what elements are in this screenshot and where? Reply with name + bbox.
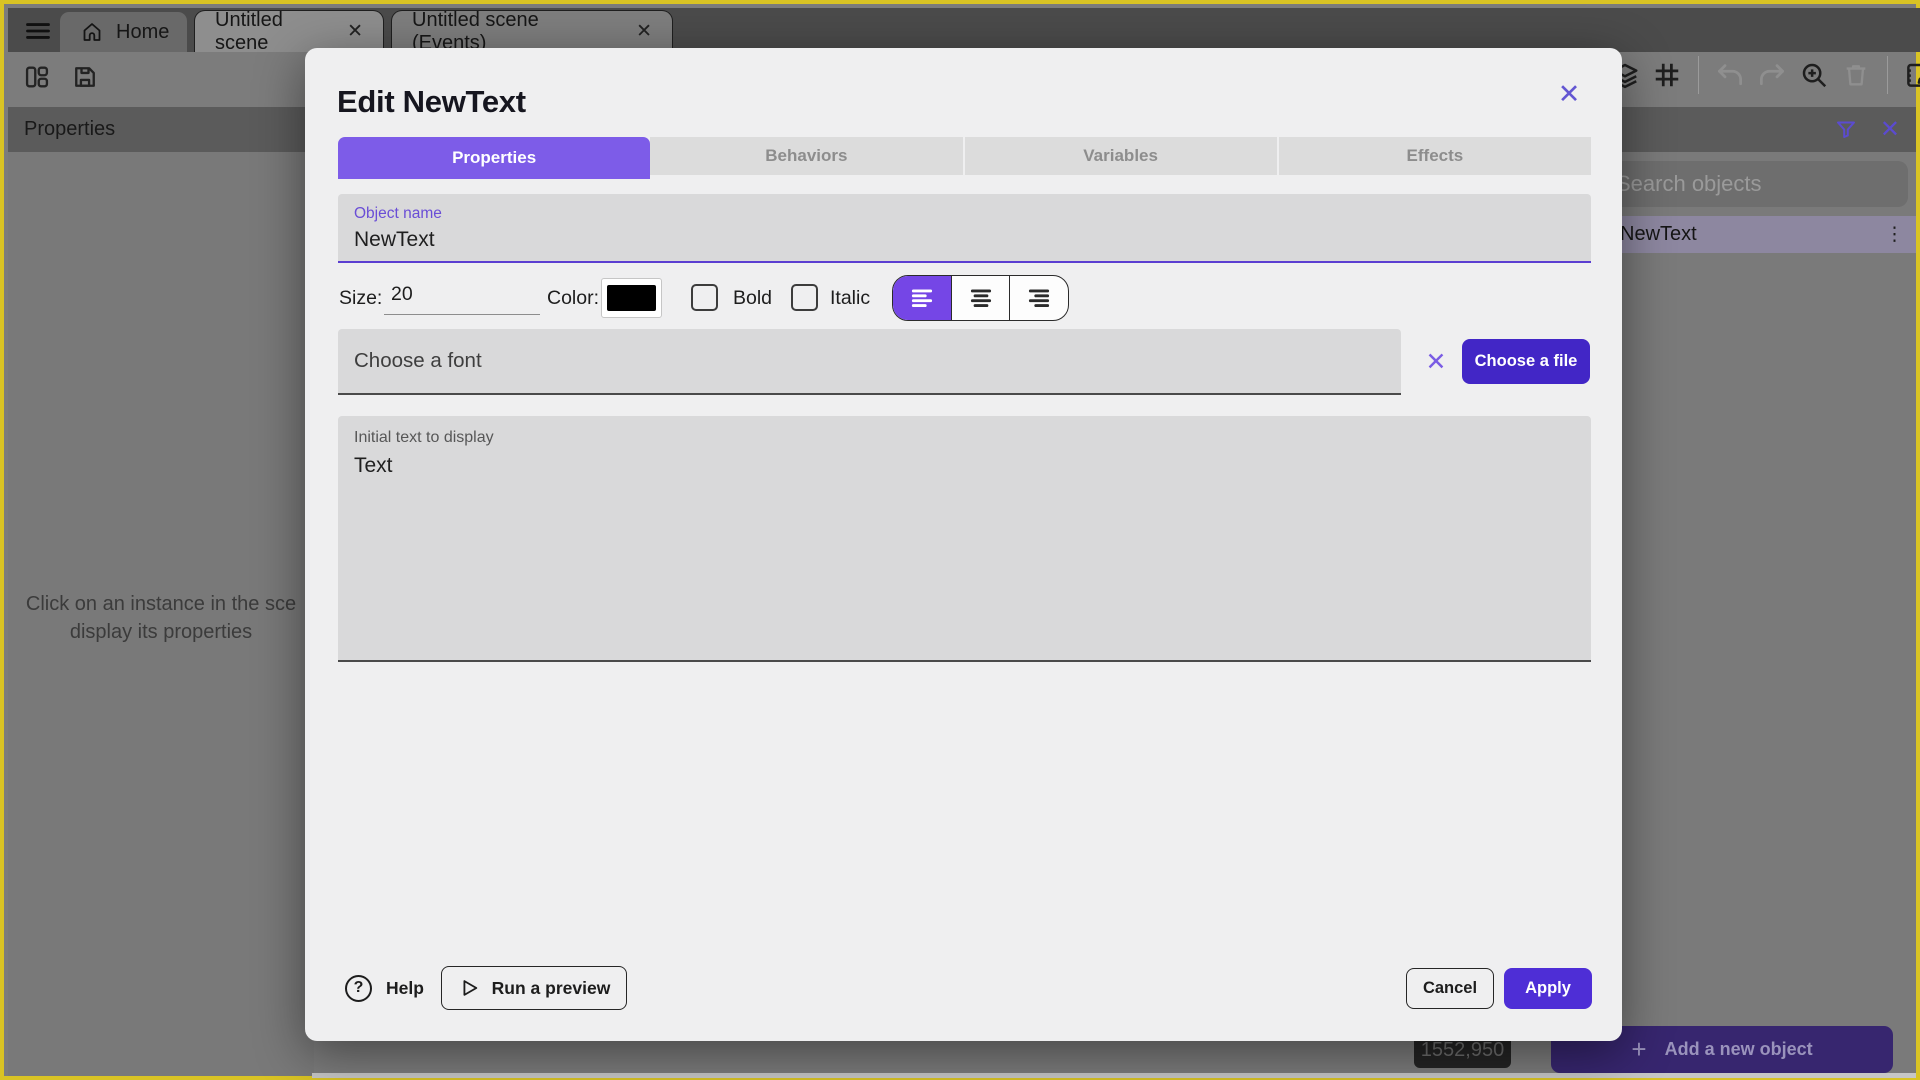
scene-toolbar-left: [20, 60, 102, 94]
close-icon[interactable]: ✕: [636, 20, 652, 43]
toolbar-separator: [1887, 56, 1888, 94]
properties-panel-title: Properties: [24, 118, 116, 140]
bold-label: Bold: [733, 286, 773, 309]
tab-properties[interactable]: Properties: [338, 137, 651, 179]
apply-button[interactable]: Apply: [1504, 968, 1592, 1009]
open-panels-icon[interactable]: [20, 60, 54, 94]
align-right-icon: [1029, 289, 1050, 307]
initial-text-value: Text: [354, 454, 393, 477]
color-picker-swatch[interactable]: [601, 278, 662, 318]
object-list-item-newtext[interactable]: NewText ⋮: [1584, 216, 1916, 253]
redo-icon[interactable]: [1755, 58, 1789, 92]
italic-label: Italic: [830, 286, 871, 309]
color-label: Color:: [547, 286, 600, 309]
text-alignment-group: [892, 275, 1069, 321]
font-select-field[interactable]: Choose a font: [338, 329, 1401, 395]
choose-file-button[interactable]: Choose a file: [1462, 339, 1590, 384]
run-preview-button[interactable]: Run a preview: [441, 966, 627, 1010]
kebab-menu-icon[interactable]: ⋮: [1885, 223, 1904, 246]
object-name-label: NewText: [1620, 223, 1697, 245]
save-icon[interactable]: [68, 60, 102, 94]
cancel-button[interactable]: Cancel: [1406, 968, 1494, 1009]
tab-label: Home: [116, 20, 170, 43]
tab-variables[interactable]: Variables: [964, 137, 1279, 175]
align-left-icon: [911, 289, 932, 307]
initial-text-label: Initial text to display: [354, 429, 494, 446]
help-button[interactable]: ? Help: [345, 966, 424, 1010]
app-window: Home Untitled scene ✕ Untitled scene (Ev…: [0, 0, 1920, 1080]
align-left-button[interactable]: [893, 276, 951, 320]
size-label: Size:: [339, 286, 383, 309]
play-icon: [463, 980, 477, 996]
dialog-footer: ? Help Run a preview Cancel Apply: [305, 966, 1622, 1010]
bold-checkbox[interactable]: [691, 284, 718, 311]
objects-panel-header: ✕: [1584, 107, 1916, 152]
zoom-in-icon[interactable]: [1797, 58, 1831, 92]
properties-panel-header: Properties: [8, 107, 314, 152]
close-panel-icon[interactable]: ✕: [1880, 115, 1900, 144]
object-name-field-label: Object name: [354, 205, 442, 222]
object-name-field[interactable]: Object name NewText: [338, 194, 1591, 263]
close-icon[interactable]: ✕: [347, 20, 363, 43]
tab-behaviors[interactable]: Behaviors: [650, 137, 965, 175]
plus-icon: +: [1631, 1034, 1647, 1064]
properties-panel: Click on an instance in the sce display …: [8, 152, 314, 1076]
color-swatch-fill: [607, 285, 656, 311]
tab-home[interactable]: Home: [60, 12, 187, 52]
trash-icon[interactable]: [1839, 58, 1873, 92]
clear-font-icon[interactable]: ✕: [1415, 329, 1457, 395]
align-center-button[interactable]: [950, 276, 1010, 320]
tab-label: Untitled scene: [215, 8, 283, 54]
filter-icon[interactable]: [1834, 118, 1858, 142]
properties-empty-message: Click on an instance in the sce display …: [25, 593, 297, 643]
tab-untitled-scene-events[interactable]: Untitled scene (Events) ✕: [391, 9, 673, 54]
home-icon: [80, 20, 104, 44]
initial-text-field[interactable]: Initial text to display Text: [338, 416, 1591, 662]
text-style-row: Size: 20 Color: Bold Italic: [338, 275, 1591, 321]
hamburger-menu-icon[interactable]: [20, 16, 56, 46]
horizontal-scrollbar[interactable]: [312, 1073, 1916, 1078]
search-objects-input[interactable]: Search objects: [1600, 161, 1908, 207]
help-icon: ?: [345, 974, 372, 1002]
edit-events-icon[interactable]: [1902, 58, 1920, 92]
object-name-field-value: NewText: [354, 228, 435, 251]
dialog-title: Edit NewText: [337, 84, 526, 119]
undo-icon[interactable]: [1713, 58, 1747, 92]
tab-untitled-scene[interactable]: Untitled scene ✕: [194, 8, 384, 54]
edit-object-dialog: Edit NewText ✕ Properties Behaviors Vari…: [305, 48, 1622, 1041]
grid-icon[interactable]: [1650, 58, 1684, 92]
main-tab-bar: Home Untitled scene ✕ Untitled scene (Ev…: [8, 8, 1920, 54]
tab-effects[interactable]: Effects: [1278, 137, 1591, 175]
objects-panel: Search objects NewText ⋮: [1584, 152, 1916, 1076]
align-right-button[interactable]: [1009, 276, 1068, 320]
toolbar-separator: [1698, 56, 1699, 94]
scene-toolbar-right: [1608, 56, 1920, 94]
italic-checkbox[interactable]: [791, 284, 818, 311]
align-center-icon: [970, 289, 991, 307]
close-dialog-icon[interactable]: ✕: [1549, 76, 1589, 112]
size-input[interactable]: 20: [384, 275, 540, 315]
dialog-tabs: Properties Behaviors Variables Effects: [338, 137, 1591, 179]
